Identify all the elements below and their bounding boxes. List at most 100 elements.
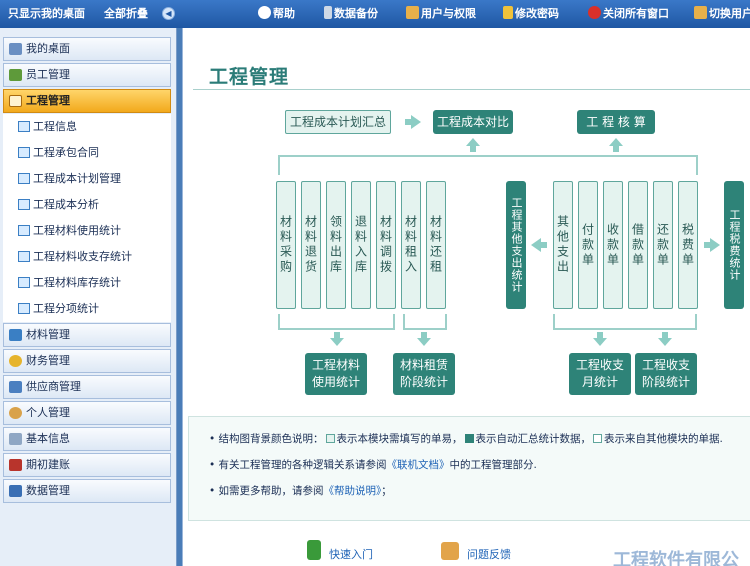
sidebar-item-basic-info[interactable]: 基本信息 <box>3 427 171 451</box>
sidebar-sub-material-flow[interactable]: 工程材料收支存统计 <box>3 244 171 270</box>
arrow-right-icon <box>710 238 720 252</box>
users-icon <box>406 6 419 19</box>
legend-light-swatch <box>325 434 335 443</box>
legend-white-swatch <box>593 434 603 443</box>
stage-stat-box[interactable]: 工程收支 阶段统计 <box>635 353 697 395</box>
collapse-toggle-icon[interactable]: ◀ <box>162 7 175 20</box>
folder-icon <box>18 173 30 184</box>
sidebar-item-opening[interactable]: 期初建账 <box>3 453 171 477</box>
cost-compare-box[interactable]: 工程成本对比 <box>433 110 513 134</box>
collapse-all-link[interactable]: 全部折叠 <box>104 0 148 28</box>
flow-box-material-return[interactable]: 材料退货 <box>301 181 321 309</box>
show-my-desktop-link[interactable]: 只显示我的桌面 <box>8 0 85 28</box>
page-title: 工程管理 <box>209 66 290 88</box>
top-toolbar: 只显示我的桌面 全部折叠 ◀ 帮助 数据备份 用户与权限 修改密码 关闭所有窗口… <box>0 0 750 28</box>
staff-icon <box>9 69 22 81</box>
help-doc-link[interactable]: 《帮助说明》 <box>324 485 382 497</box>
folder-icon <box>18 199 30 210</box>
arrow-down-icon <box>658 338 672 346</box>
folder-icon <box>18 251 30 262</box>
flow-box-tax[interactable]: 税费单 <box>678 181 698 309</box>
switch-user-button[interactable]: 切换用户 <box>694 0 750 28</box>
flow-box-transfer[interactable]: 材料调拨 <box>376 181 396 309</box>
flow-box-repayment[interactable]: 还款单 <box>653 181 673 309</box>
rent-stage-stat-box[interactable]: 材料租赁 阶段统计 <box>393 353 455 395</box>
sidebar-item-data[interactable]: 数据管理 <box>3 479 171 503</box>
sidebar-item-material[interactable]: 材料管理 <box>3 323 171 347</box>
person-icon <box>9 407 22 419</box>
title-divider <box>193 89 750 90</box>
sidebar-item-finance[interactable]: 财务管理 <box>3 349 171 373</box>
legend-dark-swatch <box>464 434 474 443</box>
material-icon <box>9 329 22 341</box>
sidebar: 我的桌面 员工管理 工程管理 工程信息 工程承包合同 工程成本计划管理 工程成本… <box>0 28 177 566</box>
flow-box-payment[interactable]: 付款单 <box>578 181 598 309</box>
plan-summary-box[interactable]: 工程成本计划汇总 <box>285 110 391 134</box>
document-icon <box>18 147 30 158</box>
flow-box-receipt[interactable]: 收款单 <box>603 181 623 309</box>
sidebar-sub-material-stock[interactable]: 工程材料库存统计 <box>3 270 171 296</box>
material-use-stat-box[interactable]: 工程材料 使用统计 <box>305 353 367 395</box>
close-all-icon <box>588 6 601 19</box>
arrow-left-icon <box>531 238 541 252</box>
sidebar-sub-cost-analysis[interactable]: 工程成本分析 <box>3 192 171 218</box>
sidebar-item-personal[interactable]: 个人管理 <box>3 401 171 425</box>
desktop-icon <box>9 43 22 55</box>
sidebar-sub-material-use[interactable]: 工程材料使用统计 <box>3 218 171 244</box>
flow-box-return-in[interactable]: 退料入库 <box>351 181 371 309</box>
arrow-up-icon <box>466 138 480 146</box>
switch-user-icon <box>694 6 707 19</box>
database-icon <box>9 485 22 497</box>
help-icon <box>258 6 271 19</box>
arrow-right-icon <box>411 115 421 129</box>
sidebar-item-project[interactable]: 工程管理 <box>3 89 171 113</box>
online-docs-link[interactable]: 《联机文档》 <box>387 459 450 471</box>
notes-panel: • 结构图背景颜色说明： 表示本模块需填写的单易， 表示自动汇总统计数据， 表示来自其… <box>188 416 750 521</box>
sidebar-sub-project-info[interactable]: 工程信息 <box>3 114 171 140</box>
close-all-windows-button[interactable]: 关闭所有窗口 <box>588 0 669 28</box>
supplier-icon <box>9 381 22 393</box>
flow-box-rent-return[interactable]: 材料还租 <box>426 181 446 309</box>
flow-box-loan[interactable]: 借款单 <box>628 181 648 309</box>
folder-icon <box>18 277 30 288</box>
flow-box-rent-in[interactable]: 材料租入 <box>401 181 421 309</box>
sidebar-item-supplier[interactable]: 供应商管理 <box>3 375 171 399</box>
users-permissions-button[interactable]: 用户与权限 <box>406 0 476 28</box>
folder-icon <box>18 225 30 236</box>
legend-note: • 结构图背景颜色说明： 表示本模块需填写的单易， 表示自动汇总统计数据， 表示来自其… <box>209 433 723 445</box>
flow-box-material-purchase[interactable]: 材料采购 <box>276 181 296 309</box>
help-button[interactable]: 帮助 <box>258 0 295 28</box>
key-icon <box>503 6 513 19</box>
monthly-stat-box[interactable]: 工程收支 月统计 <box>569 353 631 395</box>
other-expense-stat-box[interactable]: 工程其他支出统计 <box>506 181 526 309</box>
feedback-icon <box>441 542 459 560</box>
backup-icon <box>324 6 332 19</box>
coin-icon <box>9 355 22 367</box>
flow-box-other-expense[interactable]: 其他支出 <box>553 181 573 309</box>
sidebar-sub-contract[interactable]: 工程承包合同 <box>3 140 171 166</box>
backup-button[interactable]: 数据备份 <box>324 0 378 28</box>
arrow-down-icon <box>417 338 431 346</box>
docs-note: • 有关工程管理的各种逻辑关系请参阅《联机文档》中的工程管理部分. <box>209 459 537 471</box>
home-icon <box>9 95 22 107</box>
folder-icon <box>18 303 30 314</box>
tax-stat-box[interactable]: 工程税费统计 <box>724 181 744 309</box>
arrow-down-icon <box>330 338 344 346</box>
feedback-link[interactable]: 问题反馈 <box>467 546 511 562</box>
help-note: • 如需更多帮助，请参阅《帮助说明》； <box>209 485 392 497</box>
quick-start-link[interactable]: 快速入门 <box>329 546 373 562</box>
sidebar-sub-cost-plan[interactable]: 工程成本计划管理 <box>3 166 171 192</box>
sidebar-item-my-desktop[interactable]: 我的桌面 <box>3 37 171 61</box>
main-content: 工程管理 工程成本计划汇总 工程成本对比 工 程 核 算 材料采购 材料退货 领… <box>182 28 750 566</box>
document-icon <box>18 121 30 132</box>
arrow-up-icon <box>609 138 623 146</box>
book-icon <box>9 459 22 471</box>
sidebar-sub-itemized[interactable]: 工程分项统计 <box>3 296 171 322</box>
quick-start-icon <box>307 540 321 560</box>
brand-text: 工程软件有限公 <box>613 550 739 566</box>
sidebar-item-staff[interactable]: 员工管理 <box>3 63 171 87</box>
arrow-down-icon <box>593 338 607 346</box>
flow-box-picking-out[interactable]: 领料出库 <box>326 181 346 309</box>
audit-box[interactable]: 工 程 核 算 <box>577 110 655 134</box>
change-password-button[interactable]: 修改密码 <box>503 0 559 28</box>
